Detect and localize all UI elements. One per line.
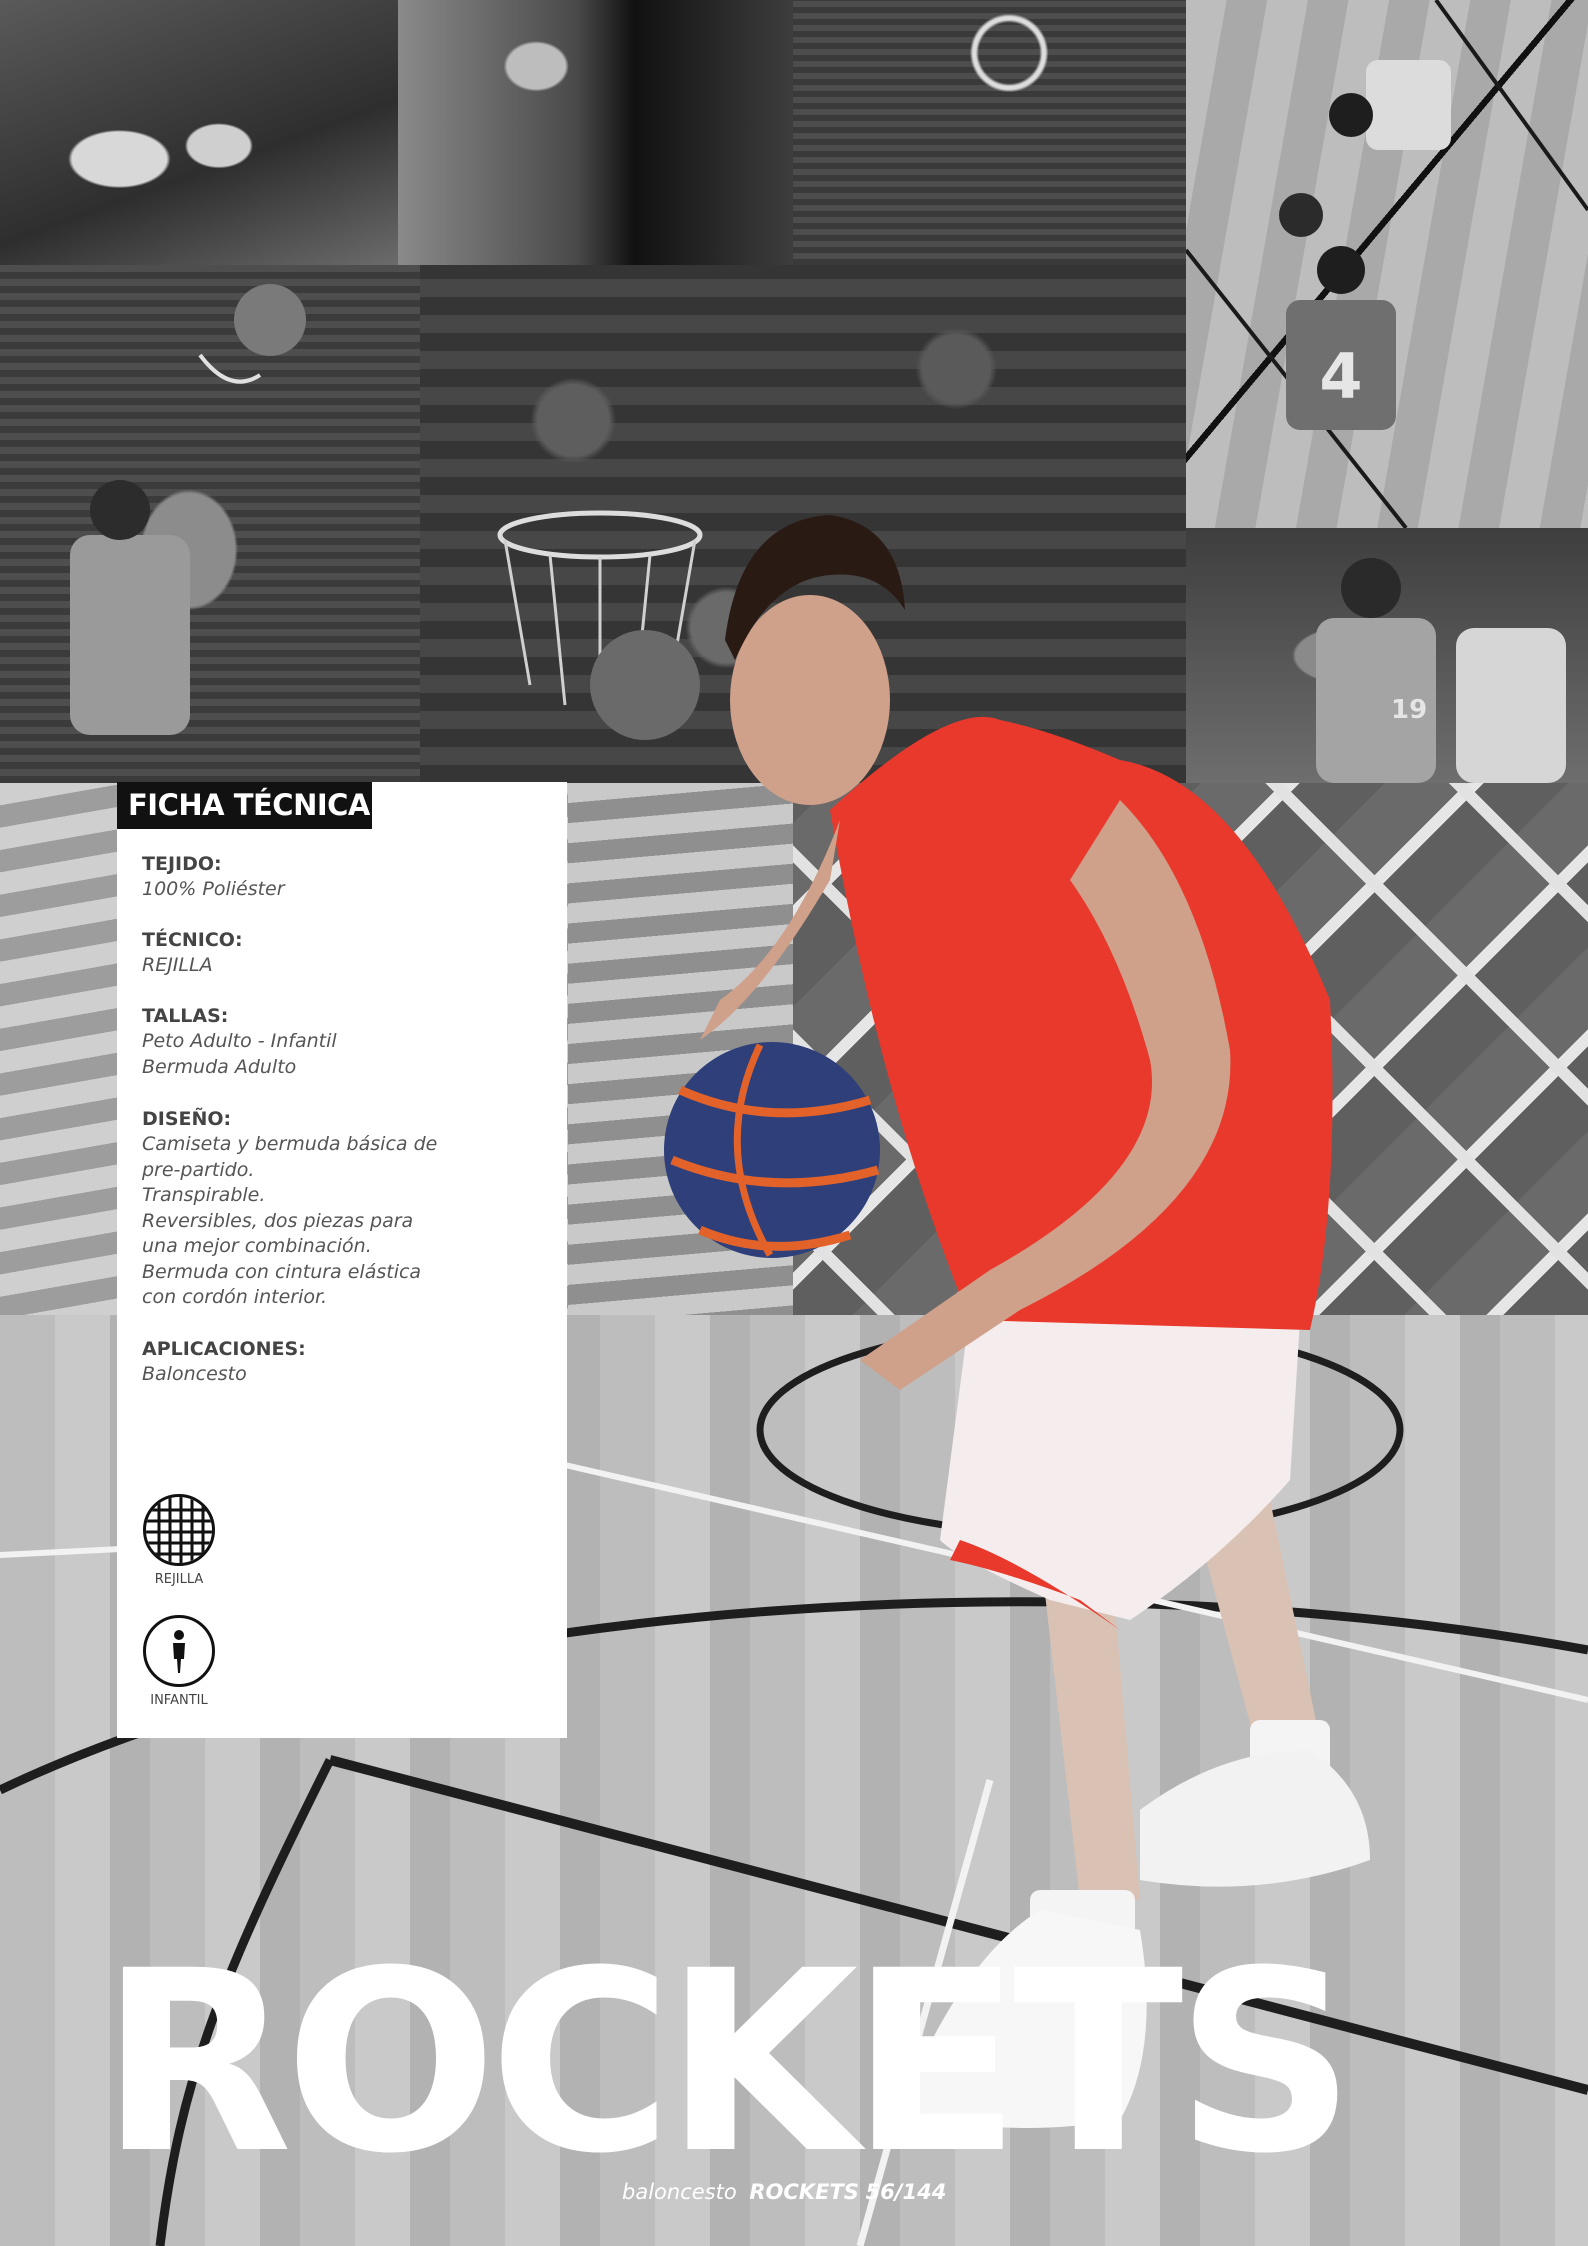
child-figure-icon (143, 1615, 215, 1687)
spec-diseno-value: Camiseta y bermuda básica de pre-partido… (142, 1132, 542, 1311)
footer-product: ROCKETS (749, 2180, 859, 2204)
spec-aplicaciones-label: APLICACIONES: (142, 1338, 306, 1360)
spec-diseno-label: DISEÑO: (142, 1108, 232, 1130)
spec-diseno-line: Reversibles, dos piezas para (142, 1209, 414, 1232)
spec-card: FICHA TÉCNICA TEJIDO: 100% Poliéster TÉC… (117, 782, 567, 1738)
spec-tejido-label: TEJIDO: (142, 853, 222, 875)
product-name: ROCKETS (100, 1917, 1356, 2208)
spec-diseno-line: con cordón interior. (142, 1286, 328, 1308)
spec-aplicaciones: APLICACIONES: Baloncesto (142, 1337, 542, 1388)
footer-page-number: 56/144 (865, 2180, 947, 2204)
badge-infantil: INFANTIL (141, 1615, 217, 1708)
spec-tejido: TEJIDO: 100% Poliéster (142, 852, 542, 903)
spec-tejido-value: 100% Poliéster (142, 878, 285, 900)
mesh-grid-icon (143, 1494, 215, 1566)
spec-tecnico: TÉCNICO: REJILLA (142, 928, 542, 979)
spec-diseno-line: Bermuda con cintura elástica (142, 1260, 422, 1283)
spec-tallas-value: Peto Adulto - Infantil Bermuda Adulto (142, 1029, 542, 1080)
footer-section: baloncesto (622, 2180, 737, 2204)
spec-diseno-line: pre-partido. (142, 1158, 255, 1181)
spec-diseno-line: Camiseta y bermuda básica de (142, 1133, 438, 1155)
spec-tallas: TALLAS: Peto Adulto - Infantil Bermuda A… (142, 1004, 542, 1080)
spec-tecnico-label: TÉCNICO: (142, 929, 243, 951)
spec-diseno-line: Transpirable. (142, 1184, 266, 1206)
spec-diseno: DISEÑO: Camiseta y bermuda básica de pre… (142, 1107, 542, 1311)
badge-rejilla: REJILLA (141, 1494, 217, 1587)
page-footer: baloncesto ROCKETS 56/144 (622, 2180, 946, 2204)
catalog-page: 4 19 FICHA TÉCNICA TEJIDO: 100% Poliéste… (0, 0, 1588, 2246)
spec-diseno-line: una mejor combinación. (142, 1235, 372, 1257)
spec-tallas-line: Bermuda Adulto (142, 1055, 297, 1078)
badge-infantil-caption: INFANTIL (150, 1693, 208, 1708)
spec-tecnico-value: REJILLA (142, 954, 213, 976)
spec-card-title: FICHA TÉCNICA (117, 782, 372, 829)
spec-tallas-line: Peto Adulto - Infantil (142, 1030, 337, 1052)
badge-rejilla-caption: REJILLA (154, 1572, 204, 1587)
spec-aplicaciones-value: Baloncesto (142, 1363, 247, 1385)
spec-tallas-label: TALLAS: (142, 1005, 229, 1027)
